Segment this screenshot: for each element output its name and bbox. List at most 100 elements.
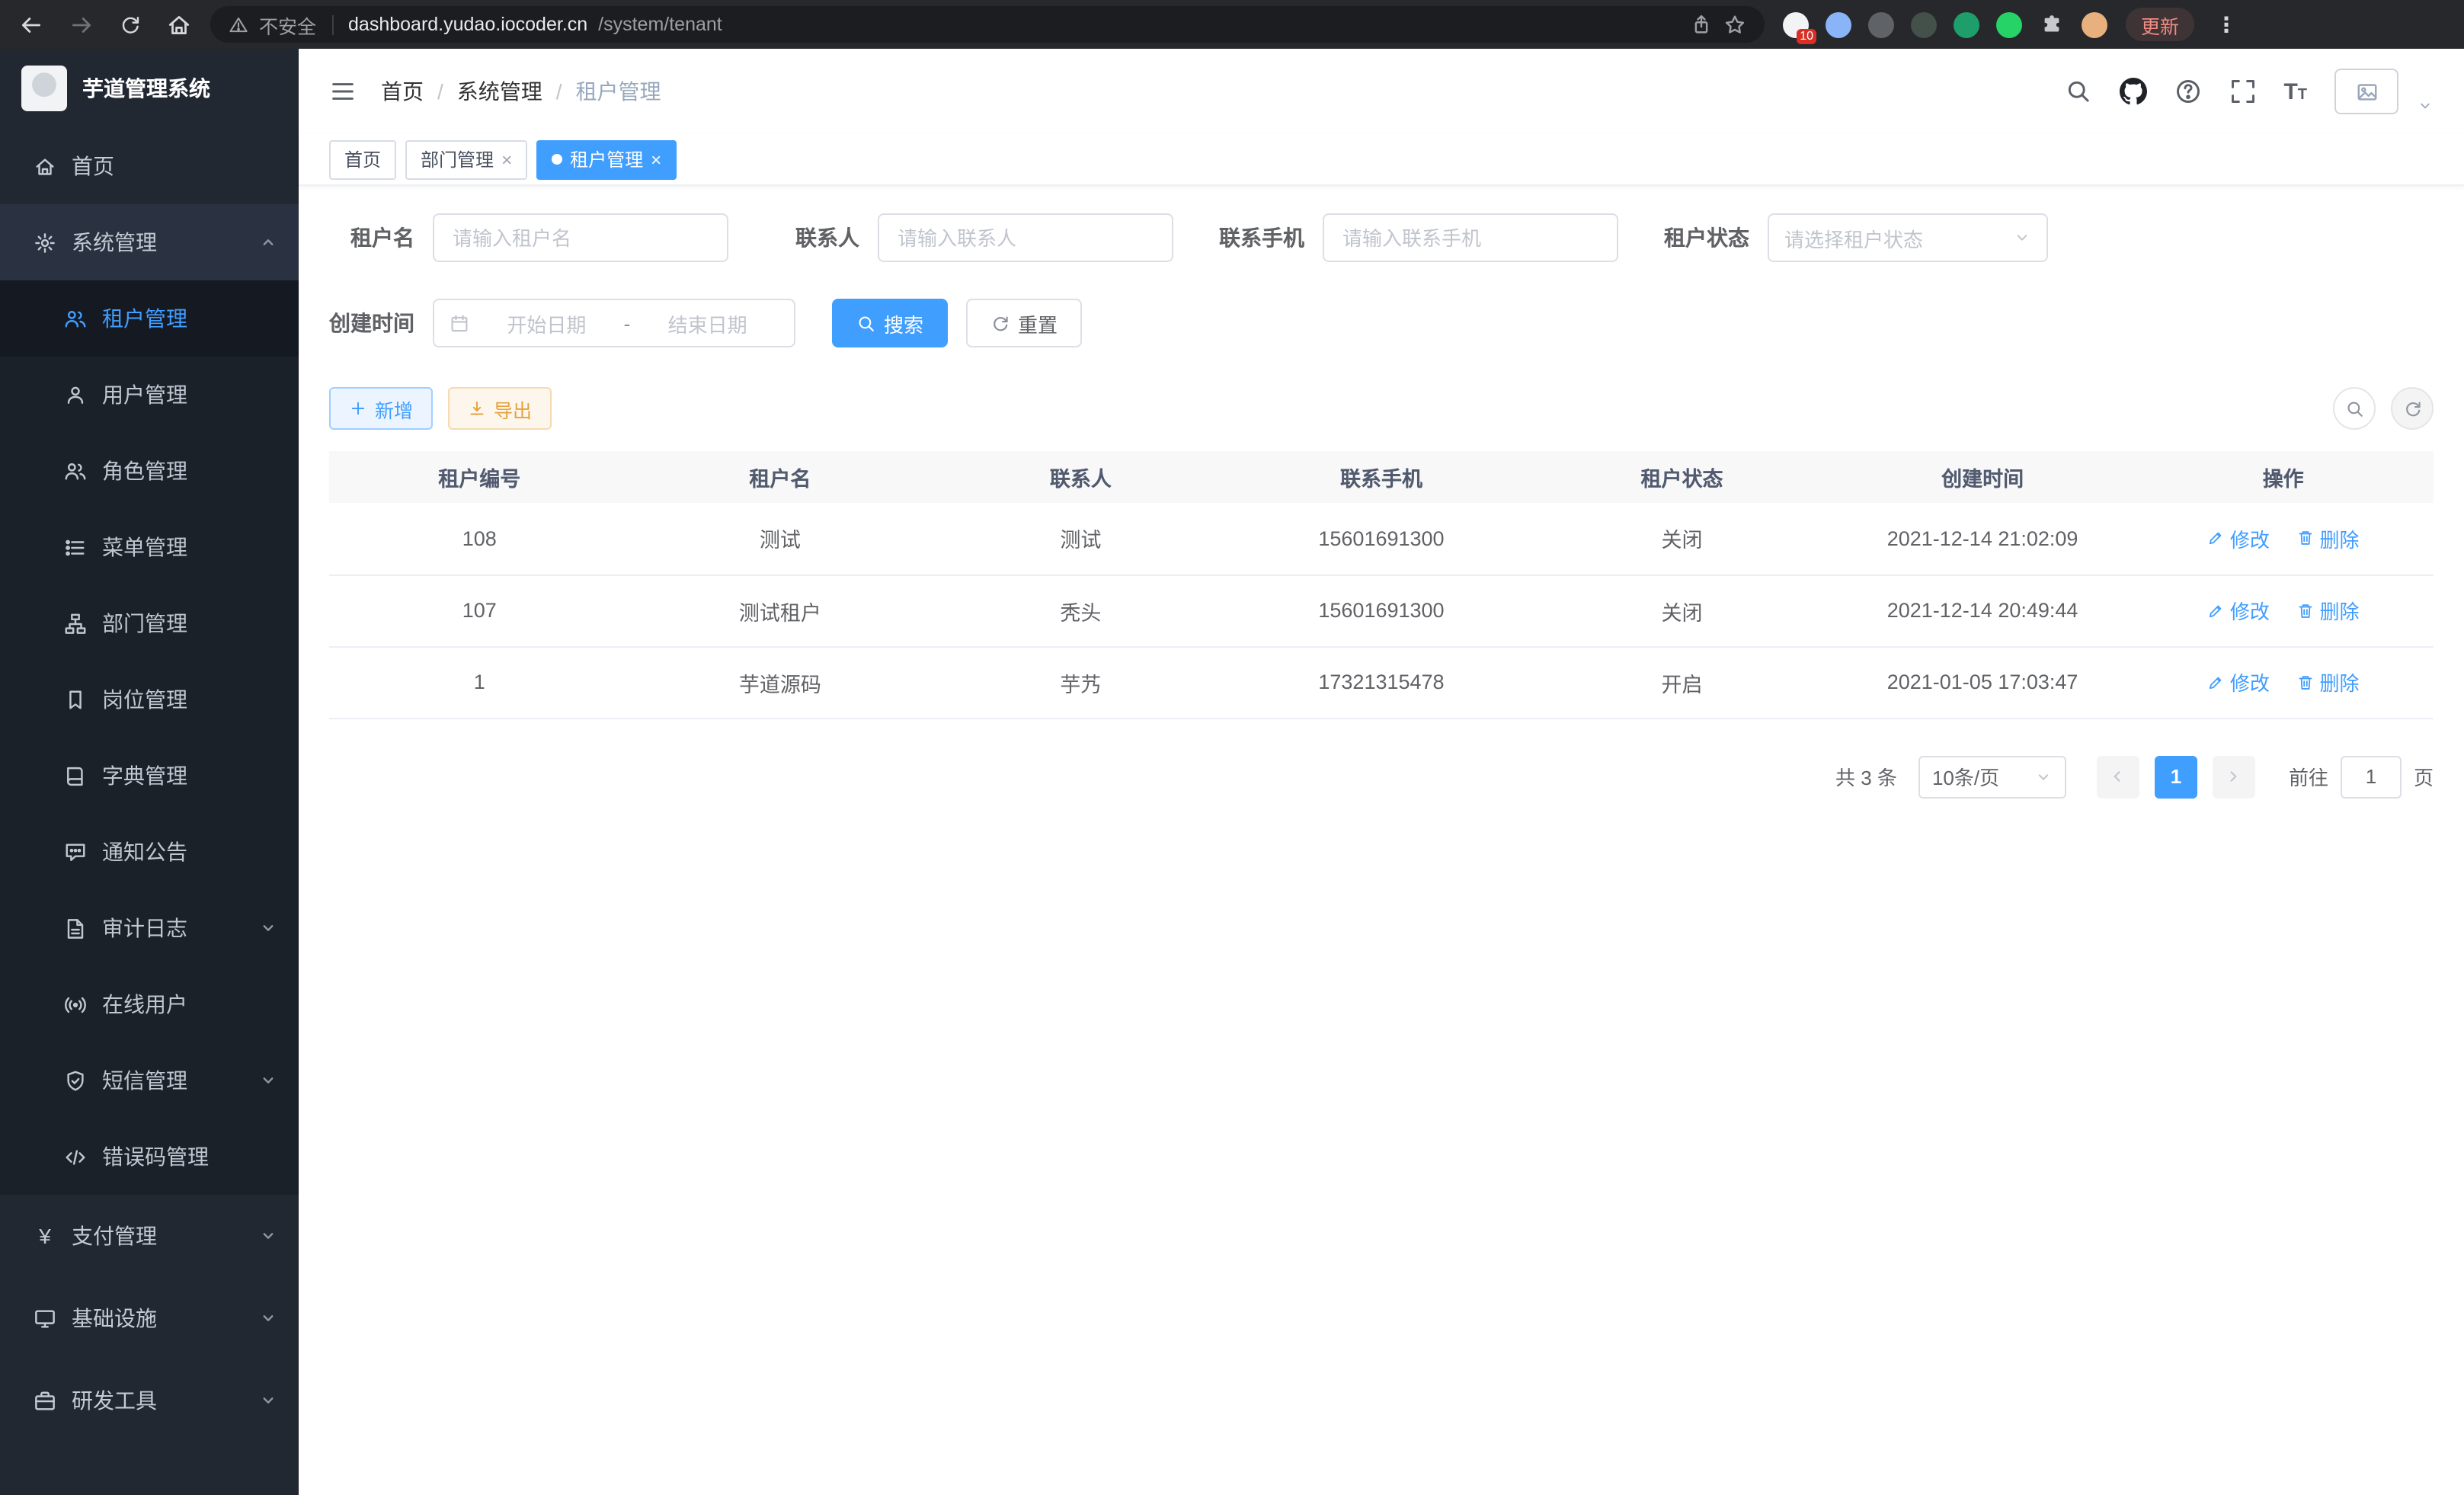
- breadcrumb-item[interactable]: 首页: [381, 76, 424, 107]
- browser-home-icon[interactable]: [166, 11, 192, 37]
- sidebar-item-notice[interactable]: 通知公告: [0, 814, 299, 890]
- extension-badge: 10: [1797, 28, 1816, 43]
- delete-link[interactable]: 删除: [2296, 596, 2359, 625]
- sidebar-item-infrastructure[interactable]: 基础设施: [0, 1277, 299, 1359]
- extensions-puzzle-icon[interactable]: [2039, 11, 2065, 37]
- chevron-down-icon: [2034, 767, 2053, 786]
- delete-link[interactable]: 删除: [2296, 667, 2359, 696]
- tenant-name-input[interactable]: [433, 213, 728, 262]
- sidebar-item-home[interactable]: 首页: [0, 128, 299, 204]
- edit-link[interactable]: 修改: [2207, 667, 2270, 696]
- avatar-caret-down-icon[interactable]: [2417, 98, 2434, 114]
- filter-tenant-name: 租户名: [329, 213, 728, 262]
- contact-input[interactable]: [878, 213, 1173, 262]
- cell-contact: 测试: [930, 503, 1231, 575]
- table-header-row: 租户编号 租户名 联系人 联系手机 租户状态 创建时间 操作: [329, 451, 2434, 503]
- browser-reload-icon[interactable]: [119, 13, 142, 36]
- close-icon[interactable]: ×: [501, 150, 512, 168]
- bookmark-star-icon[interactable]: [1723, 13, 1746, 36]
- add-button[interactable]: 新增: [329, 387, 433, 430]
- sidebar-item-department-management[interactable]: 部门管理: [0, 585, 299, 661]
- page-unit-label: 页: [2414, 762, 2434, 791]
- sidebar-item-label: 用户管理: [102, 379, 277, 410]
- sidebar-item-dict-management[interactable]: 字典管理: [0, 738, 299, 814]
- tab-label: 租户管理: [570, 146, 643, 172]
- refresh-table-button[interactable]: [2391, 387, 2434, 430]
- show-search-button[interactable]: [2333, 387, 2376, 430]
- tab-home[interactable]: 首页: [329, 139, 396, 179]
- edit-link[interactable]: 修改: [2207, 524, 2270, 553]
- home-icon: [34, 155, 56, 178]
- pencil-icon: [2207, 530, 2226, 548]
- cell-tenant-name: 芋道源码: [630, 646, 931, 718]
- sidebar-item-user-management[interactable]: 用户管理: [0, 357, 299, 433]
- current-page-button[interactable]: 1: [2155, 755, 2197, 798]
- extension-icon-3[interactable]: [1868, 11, 1894, 37]
- extension-icon-2[interactable]: [1826, 11, 1851, 37]
- sidebar-item-label: 字典管理: [102, 760, 277, 791]
- extension-icon-6[interactable]: [1996, 11, 2022, 37]
- sidebar-item-audit-log[interactable]: 审计日志: [0, 890, 299, 966]
- close-icon[interactable]: ×: [651, 150, 661, 168]
- sidebar-item-post-management[interactable]: 岗位管理: [0, 661, 299, 738]
- sidebar-item-system-management[interactable]: 系统管理: [0, 204, 299, 280]
- date-range-picker[interactable]: 开始日期 - 结束日期: [433, 299, 795, 347]
- chevron-up-icon: [259, 233, 277, 251]
- goto-page-input[interactable]: [2341, 755, 2402, 798]
- sidebar-item-role-management[interactable]: 角色管理: [0, 433, 299, 509]
- search-icon: [856, 313, 876, 333]
- url-bar[interactable]: 不安全 dashboard.yudao.iocoder.cn/system/te…: [210, 6, 1765, 43]
- select-placeholder: 请选择租户状态: [1784, 223, 1923, 252]
- edit-link[interactable]: 修改: [2207, 596, 2270, 625]
- browser-back-icon[interactable]: [18, 11, 44, 37]
- export-button[interactable]: 导出: [448, 387, 552, 430]
- top-navbar: 首页 / 系统管理 / 租户管理 TT: [299, 49, 2464, 134]
- share-icon[interactable]: [1690, 13, 1713, 36]
- hamburger-icon[interactable]: [329, 78, 357, 105]
- sidebar-item-online-users[interactable]: 在线用户: [0, 966, 299, 1042]
- pencil-icon: [2207, 673, 2226, 691]
- browser-forward-icon[interactable]: [69, 11, 94, 37]
- sidebar-item-label: 审计日志: [102, 913, 244, 943]
- font-size-icon[interactable]: TT: [2283, 78, 2307, 104]
- shield-icon: [64, 1069, 87, 1092]
- sidebar-item-sms-management[interactable]: 短信管理: [0, 1042, 299, 1119]
- reset-button[interactable]: 重置: [966, 299, 1082, 347]
- delete-link[interactable]: 删除: [2296, 524, 2359, 553]
- table-row: 107 测试租户 秃头 15601691300 关闭 2021-12-14 20…: [329, 575, 2434, 646]
- browser-profile-avatar[interactable]: [2082, 11, 2107, 37]
- browser-menu-icon[interactable]: ⋮: [2213, 11, 2240, 37]
- refresh-icon: [2402, 399, 2422, 418]
- sidebar-item-tenant-management[interactable]: 租户管理: [0, 280, 299, 357]
- button-label: 重置: [1018, 309, 1058, 338]
- extension-icon-5[interactable]: [1954, 11, 1979, 37]
- browser-update-button[interactable]: 更新: [2126, 8, 2194, 41]
- start-date-placeholder[interactable]: 开始日期: [475, 309, 618, 338]
- fullscreen-icon[interactable]: [2229, 78, 2256, 105]
- refresh-icon: [990, 313, 1010, 333]
- main-area: 首页 / 系统管理 / 租户管理 TT: [299, 49, 2464, 1495]
- avatar[interactable]: [2334, 69, 2398, 114]
- phone-input[interactable]: [1323, 213, 1618, 262]
- extension-icon-4[interactable]: [1911, 11, 1937, 37]
- sidebar-item-dev-tools[interactable]: 研发工具: [0, 1359, 299, 1442]
- sidebar-item-payment-management[interactable]: ¥ 支付管理: [0, 1195, 299, 1277]
- search-button[interactable]: 搜索: [832, 299, 948, 347]
- help-icon[interactable]: [2174, 78, 2201, 105]
- tab-tenant-management[interactable]: 租户管理 ×: [536, 139, 677, 179]
- breadcrumb-item[interactable]: 系统管理: [457, 76, 542, 107]
- tab-department-management[interactable]: 部门管理 ×: [405, 139, 527, 179]
- search-icon[interactable]: [2064, 78, 2091, 105]
- next-page-button[interactable]: [2213, 755, 2255, 798]
- sidebar-item-error-code-management[interactable]: 错误码管理: [0, 1119, 299, 1195]
- sidebar-item-label: 部门管理: [102, 608, 277, 639]
- github-icon[interactable]: [2119, 78, 2146, 105]
- total-count: 共 3 条: [1835, 762, 1897, 791]
- sidebar-item-menu-management[interactable]: 菜单管理: [0, 509, 299, 585]
- prev-page-button[interactable]: [2097, 755, 2139, 798]
- extension-icon-1[interactable]: 10: [1783, 11, 1809, 37]
- status-select[interactable]: 请选择租户状态: [1768, 213, 2048, 262]
- end-date-placeholder[interactable]: 结束日期: [636, 309, 779, 338]
- page-size-select[interactable]: 10条/页: [1918, 755, 2066, 798]
- chevron-down-icon: [259, 1391, 277, 1410]
